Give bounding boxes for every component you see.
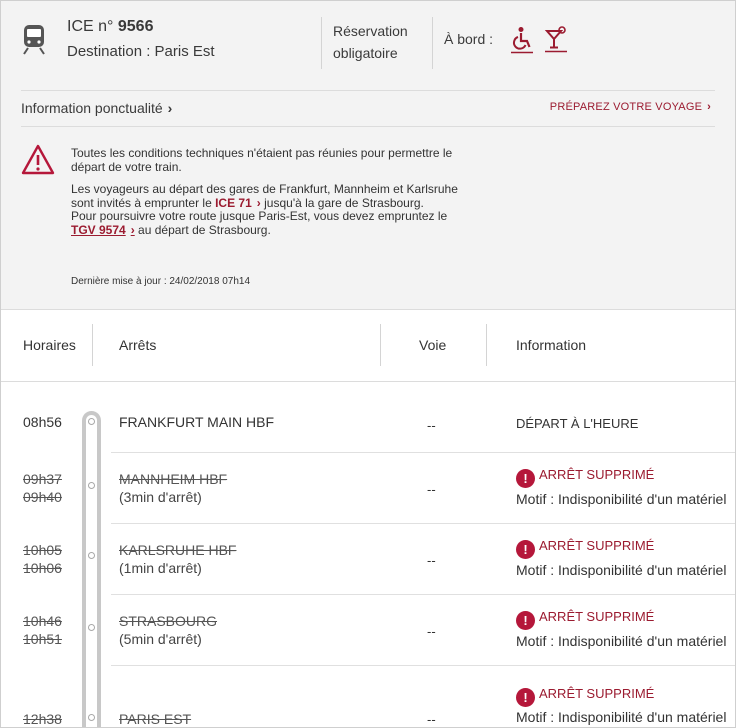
- stop-name: KARLSRUHE HBF (1min d'arrêt): [119, 541, 236, 577]
- stop-times: 10h46 10h51: [23, 612, 62, 648]
- status-reason: Motif : Indisponibilité d'un matériel: [516, 562, 727, 578]
- prepare-link-label: PRÉPAREZ VOTRE VOYAGE: [549, 101, 703, 113]
- train-info-panel: ICE n° 9566 Destination : Paris Est Rése…: [1, 1, 735, 310]
- table-row: 09h37 09h40 MANNHEIM HBF (3min d'arrêt) …: [1, 453, 735, 523]
- stop-duration: (3min d'arrêt): [119, 489, 202, 505]
- punctuality-info-link[interactable]: Information ponctualité ›: [21, 100, 172, 116]
- alert-circle-icon: !: [516, 469, 535, 488]
- ice-71-link-label: ICE 71: [215, 195, 252, 210]
- punctuality-link-label: Information ponctualité: [21, 100, 163, 116]
- arrival-time: 10h46: [23, 613, 62, 629]
- column-divider: [380, 324, 381, 366]
- alert-text-segment: Pour poursuivre votre route jusque Paris…: [71, 209, 448, 223]
- aboard-label: À bord :: [444, 31, 494, 47]
- status-text: ARRÊT SUPPRIMÉ: [539, 538, 655, 553]
- column-divider: [92, 324, 93, 366]
- train-type-label: ICE n°: [67, 18, 114, 35]
- stop-name-label: STRASBOURG: [119, 613, 218, 629]
- platform-value: --: [427, 624, 436, 639]
- stops-table-header: Horaires Arrêts Voie Information: [1, 310, 735, 382]
- column-header-horaires: Horaires: [23, 337, 76, 353]
- disruption-message: Toutes les conditions techniques n'étaie…: [71, 146, 471, 246]
- arrival-time: 10h05: [23, 542, 62, 558]
- stop-duration: (1min d'arrêt): [119, 560, 202, 576]
- alert-circle-icon: !: [516, 688, 535, 707]
- platform-value: --: [427, 553, 436, 568]
- status-badge: ! ARRÊT SUPPRIMÉ: [516, 609, 654, 630]
- status-badge: ! ARRÊT SUPPRIMÉ: [516, 686, 654, 707]
- header-divider: [432, 17, 433, 69]
- wheelchair-icon: [511, 27, 533, 54]
- stop-name: FRANKFURT MAIN HBF: [119, 413, 274, 431]
- stop-name-label: PARIS EST: [119, 711, 192, 727]
- chevron-right-icon: ›: [167, 100, 173, 116]
- status-text: ARRÊT SUPPRIMÉ: [539, 467, 655, 482]
- alert-circle-icon: !: [516, 611, 535, 630]
- departure-time: 10h51: [23, 631, 62, 647]
- stop-times: 10h05 10h06: [23, 541, 62, 577]
- bar-icon: [544, 26, 567, 53]
- platform-value: --: [427, 418, 436, 433]
- alert-paragraph-1: Toutes les conditions techniques n'étaie…: [71, 146, 453, 174]
- arrival-time: 12h38: [23, 711, 62, 727]
- alert-paragraph-2: Les voyageurs au départ des gares de Fra…: [71, 182, 471, 237]
- alert-circle-icon: !: [516, 540, 535, 559]
- divider: [21, 90, 715, 91]
- status-reason: Motif : Indisponibilité d'un matériel: [516, 491, 727, 507]
- stop-name-label: MANNHEIM HBF: [119, 471, 228, 487]
- stop-name: PARIS EST: [119, 710, 192, 727]
- platform-value: --: [427, 712, 436, 727]
- stop-name-label: KARLSRUHE HBF: [119, 542, 237, 558]
- header-divider: [321, 17, 322, 69]
- chevron-right-icon: ›: [256, 195, 261, 210]
- status-text: ARRÊT SUPPRIMÉ: [539, 609, 655, 624]
- stop-name: STRASBOURG (5min d'arrêt): [119, 612, 217, 648]
- departure-time: 08h56: [23, 414, 62, 430]
- column-header-arrets: Arrêts: [119, 337, 157, 353]
- reservation-notice: Réservation obligatoire: [333, 20, 423, 64]
- divider: [21, 126, 715, 127]
- reservation-line2: obligatoire: [333, 45, 398, 61]
- alert-text-segment: au départ de Strasbourg.: [138, 222, 271, 237]
- status-badge: ! ARRÊT SUPPRIMÉ: [516, 467, 654, 488]
- column-header-information: Information: [516, 337, 587, 353]
- platform-value: --: [427, 482, 436, 497]
- chevron-right-icon: ›: [130, 222, 135, 237]
- train-icon: [23, 25, 45, 55]
- last-update: Dernière mise à jour : 24/02/2018 07h14: [71, 276, 251, 287]
- train-destination: Destination : Paris Est: [67, 43, 215, 60]
- reservation-line1: Réservation: [333, 23, 408, 39]
- stop-name: MANNHEIM HBF (3min d'arrêt): [119, 470, 227, 506]
- train-number: ICE n° 9566: [67, 18, 153, 36]
- column-header-voie: Voie: [419, 337, 447, 353]
- train-detail-page: ICE n° 9566 Destination : Paris Est Rése…: [0, 0, 736, 728]
- warning-icon: [21, 144, 55, 175]
- stop-times: 09h37 09h40: [23, 470, 62, 506]
- table-row: 10h05 10h06 KARLSRUHE HBF (1min d'arrêt)…: [1, 524, 735, 594]
- status-badge: ! ARRÊT SUPPRIMÉ: [516, 538, 654, 559]
- ice-71-link[interactable]: ICE 71 ›: [215, 196, 261, 210]
- stop-name-label: FRANKFURT MAIN HBF: [119, 414, 275, 430]
- table-row: 10h46 10h51 STRASBOURG (5min d'arrêt) --…: [1, 595, 735, 665]
- column-divider: [486, 324, 487, 366]
- arrival-time: 09h37: [23, 471, 62, 487]
- stop-duration: (5min d'arrêt): [119, 631, 202, 647]
- table-row: 12h38 PARIS EST -- ! ARRÊT SUPPRIMÉ Motif…: [1, 666, 735, 727]
- tgv-9574-link-label: TGV 9574: [71, 222, 126, 237]
- chevron-right-icon: ›: [707, 101, 711, 113]
- status-reason: Motif : Indisponibilité d'un matériel: [516, 633, 727, 649]
- prepare-trip-link[interactable]: PRÉPAREZ VOTRE VOYAGE ›: [550, 101, 711, 113]
- tgv-9574-link[interactable]: TGV 9574 ›: [71, 223, 135, 237]
- train-number-value: 9566: [117, 18, 154, 35]
- departure-time: 09h40: [23, 489, 62, 505]
- status-reason: Motif : Indisponibilité d'un matériel: [516, 709, 727, 725]
- alert-text-segment: jusqu'à la gare de Strasbourg.: [264, 195, 424, 210]
- status-text: DÉPART À L'HEURE: [516, 416, 639, 431]
- departure-time: 10h06: [23, 560, 62, 576]
- table-row: 08h56 FRANKFURT MAIN HBF -- DÉPART À L'H…: [1, 382, 735, 452]
- status-text: ARRÊT SUPPRIMÉ: [539, 686, 655, 701]
